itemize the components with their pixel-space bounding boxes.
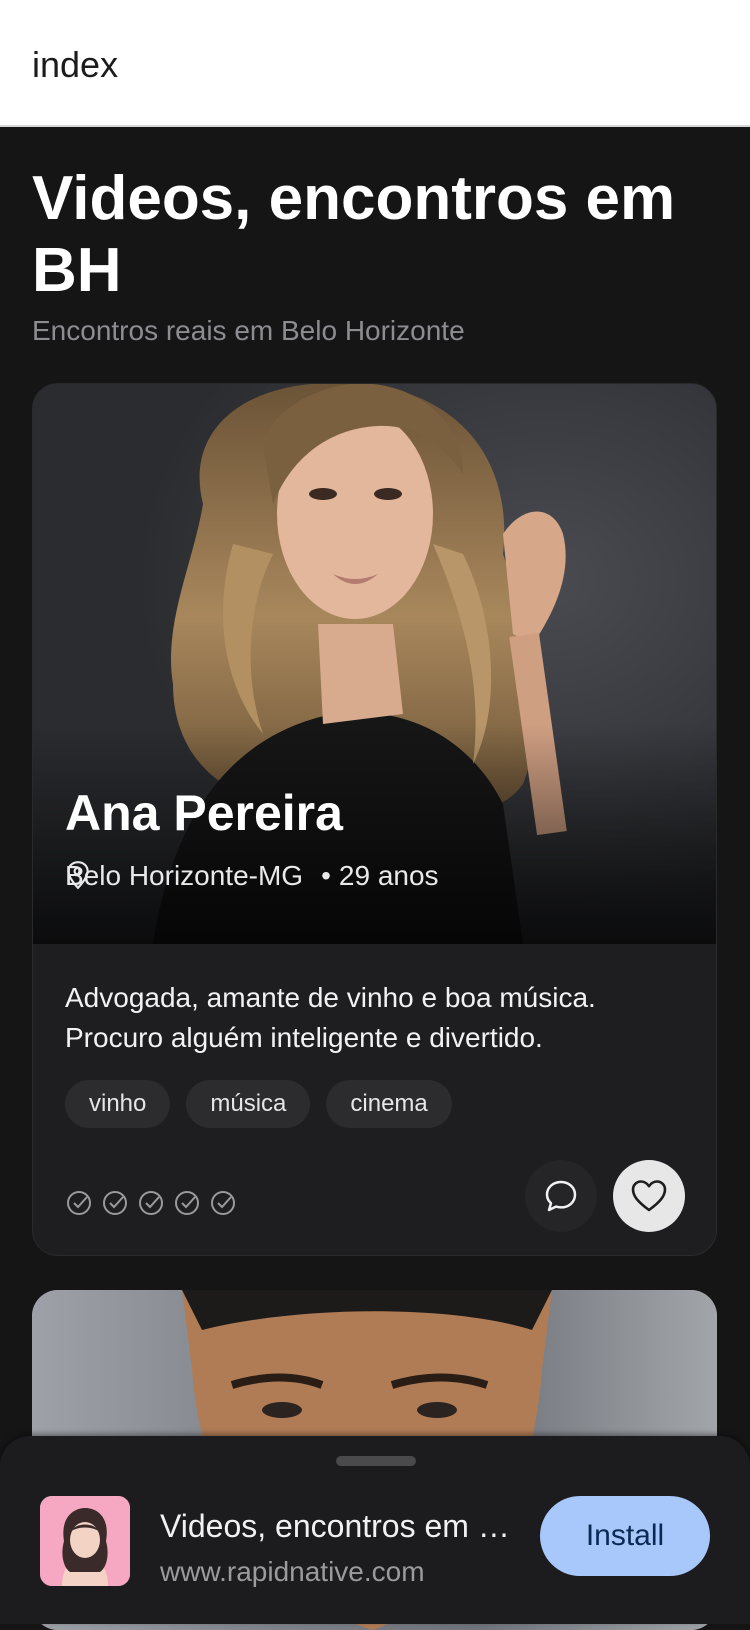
tag-chip[interactable]: vinho xyxy=(65,1080,171,1128)
drag-handle[interactable] xyxy=(336,1456,416,1466)
install-button[interactable]: Install xyxy=(540,1496,710,1576)
chat-bubble-icon xyxy=(545,1180,577,1212)
profile-name: Ana Pereira xyxy=(65,785,343,841)
tag-chip[interactable]: música xyxy=(186,1080,311,1128)
app-avatar-icon xyxy=(40,1496,130,1586)
tag-chip[interactable]: cinema xyxy=(326,1080,452,1128)
profile-meta: Belo Horizonte-MG • 29 anos xyxy=(65,860,439,892)
profile-card[interactable]: Ana Pereira Belo Horizonte-MG • 29 anos … xyxy=(32,383,717,1256)
interest-tags: vinho música cinema xyxy=(65,1080,452,1128)
install-banner[interactable]: Videos, encontros em BH www.rapidnative.… xyxy=(0,1436,750,1624)
like-button[interactable] xyxy=(613,1160,685,1232)
location-pin-icon xyxy=(67,861,89,890)
check-circle-icon xyxy=(139,1191,163,1215)
chat-button[interactable] xyxy=(525,1160,597,1232)
profile-photo: Ana Pereira Belo Horizonte-MG • 29 anos xyxy=(33,384,716,944)
verification-badges xyxy=(65,1189,237,1217)
profile-location: Belo Horizonte-MG xyxy=(65,860,304,891)
app-header: index xyxy=(0,0,750,127)
header-title: index xyxy=(32,44,119,85)
check-circle-icon xyxy=(103,1191,127,1215)
profile-bio: Advogada, amante de vinho e boa música. … xyxy=(65,982,596,1053)
app-icon xyxy=(40,1496,130,1586)
page-title: Videos, encontros em BH xyxy=(32,164,676,305)
check-circle-icon xyxy=(67,1191,91,1215)
page-subtitle: Encontros reais em Belo Horizonte xyxy=(32,315,465,346)
main-content[interactable]: Videos, encontros em BH Encontros reais … xyxy=(0,127,750,1630)
profile-age: 29 anos xyxy=(338,860,439,891)
app-name: Videos, encontros em BH xyxy=(160,1508,510,1544)
heart-icon xyxy=(631,1180,667,1212)
check-circle-icon xyxy=(211,1191,235,1215)
meta-separator: • xyxy=(321,860,331,891)
app-url: www.rapidnative.com xyxy=(160,1556,425,1587)
check-circle-icon xyxy=(175,1191,199,1215)
